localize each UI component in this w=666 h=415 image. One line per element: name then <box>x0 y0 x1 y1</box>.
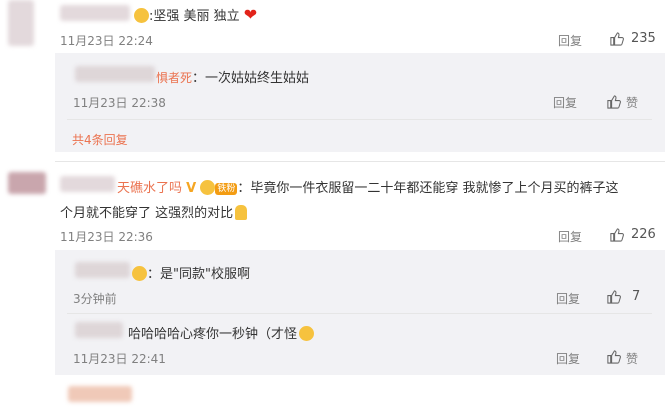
more-replies-link[interactable]: 共4条回复 <box>72 131 128 148</box>
vip-icon: V <box>186 181 197 196</box>
cat-face-icon <box>299 326 315 341</box>
comment-header: 天礁水了吗 V 铁粉 ：毕竟你一件衣服留一二十年都还能穿 我就惨了上个月买的裤子这 <box>117 180 619 196</box>
reply-reply-button[interactable]: 回复 <box>553 94 577 111</box>
smiley-icon <box>132 266 147 281</box>
reply-time: 11月23日 22:38 <box>73 96 166 110</box>
avatar[interactable] <box>8 0 34 46</box>
thumbs-up-icon <box>607 350 621 364</box>
reply-button[interactable]: 回复 <box>558 228 582 245</box>
fan-badge: 铁粉 <box>215 183 238 195</box>
comment-text-line2: 个月就不能穿了 这强烈的对比 <box>60 202 248 221</box>
emoji-icon <box>235 205 248 220</box>
reply-time: 11月23日 22:41 <box>73 352 166 366</box>
comment-divider <box>55 161 665 162</box>
reply-text: 惧者死：一次姑姑终生姑姑 <box>156 71 310 86</box>
red-heart-icon: ❤ <box>243 5 258 24</box>
like-label: 赞 <box>626 96 639 110</box>
thumbs-up-icon <box>607 290 621 304</box>
thumbs-up-icon <box>610 228 624 242</box>
reply-time: 3分钟前 <box>73 292 117 306</box>
reply-text: ：是"同款"校服啊 <box>132 263 250 282</box>
avatar[interactable] <box>8 172 46 194</box>
smiley-icon <box>134 8 149 23</box>
nickname[interactable] <box>60 5 130 21</box>
like-count: 7 <box>632 289 641 304</box>
reply-reply-button[interactable]: 回复 <box>556 350 580 367</box>
reply-nickname[interactable] <box>75 66 155 82</box>
more-replies-link[interactable] <box>68 386 132 402</box>
like-count: 226 <box>631 227 656 242</box>
comment-time: 11月23日 22:36 <box>60 230 153 244</box>
comment-text: :坚强 美丽 独立 ❤ <box>134 5 257 24</box>
thumbs-up-icon <box>607 95 621 109</box>
thumbs-up-icon <box>610 32 624 46</box>
reply-button[interactable]: 回复 <box>558 32 582 49</box>
reply-nickname[interactable] <box>75 322 123 338</box>
reply-nickname[interactable] <box>75 262 130 278</box>
nickname[interactable]: 天礁水了吗 <box>117 181 182 196</box>
divider <box>67 119 652 120</box>
like-count: 235 <box>631 31 656 46</box>
smiley-icon <box>200 180 216 195</box>
reply-reply-button[interactable]: 回复 <box>556 290 580 307</box>
like-label: 赞 <box>626 352 639 366</box>
comment-time: 11月23日 22:24 <box>60 34 153 48</box>
divider <box>67 313 652 314</box>
nickname-blur <box>60 176 115 192</box>
reply-text: 哈哈哈哈心疼你一秒钟（才怪 <box>128 323 315 342</box>
